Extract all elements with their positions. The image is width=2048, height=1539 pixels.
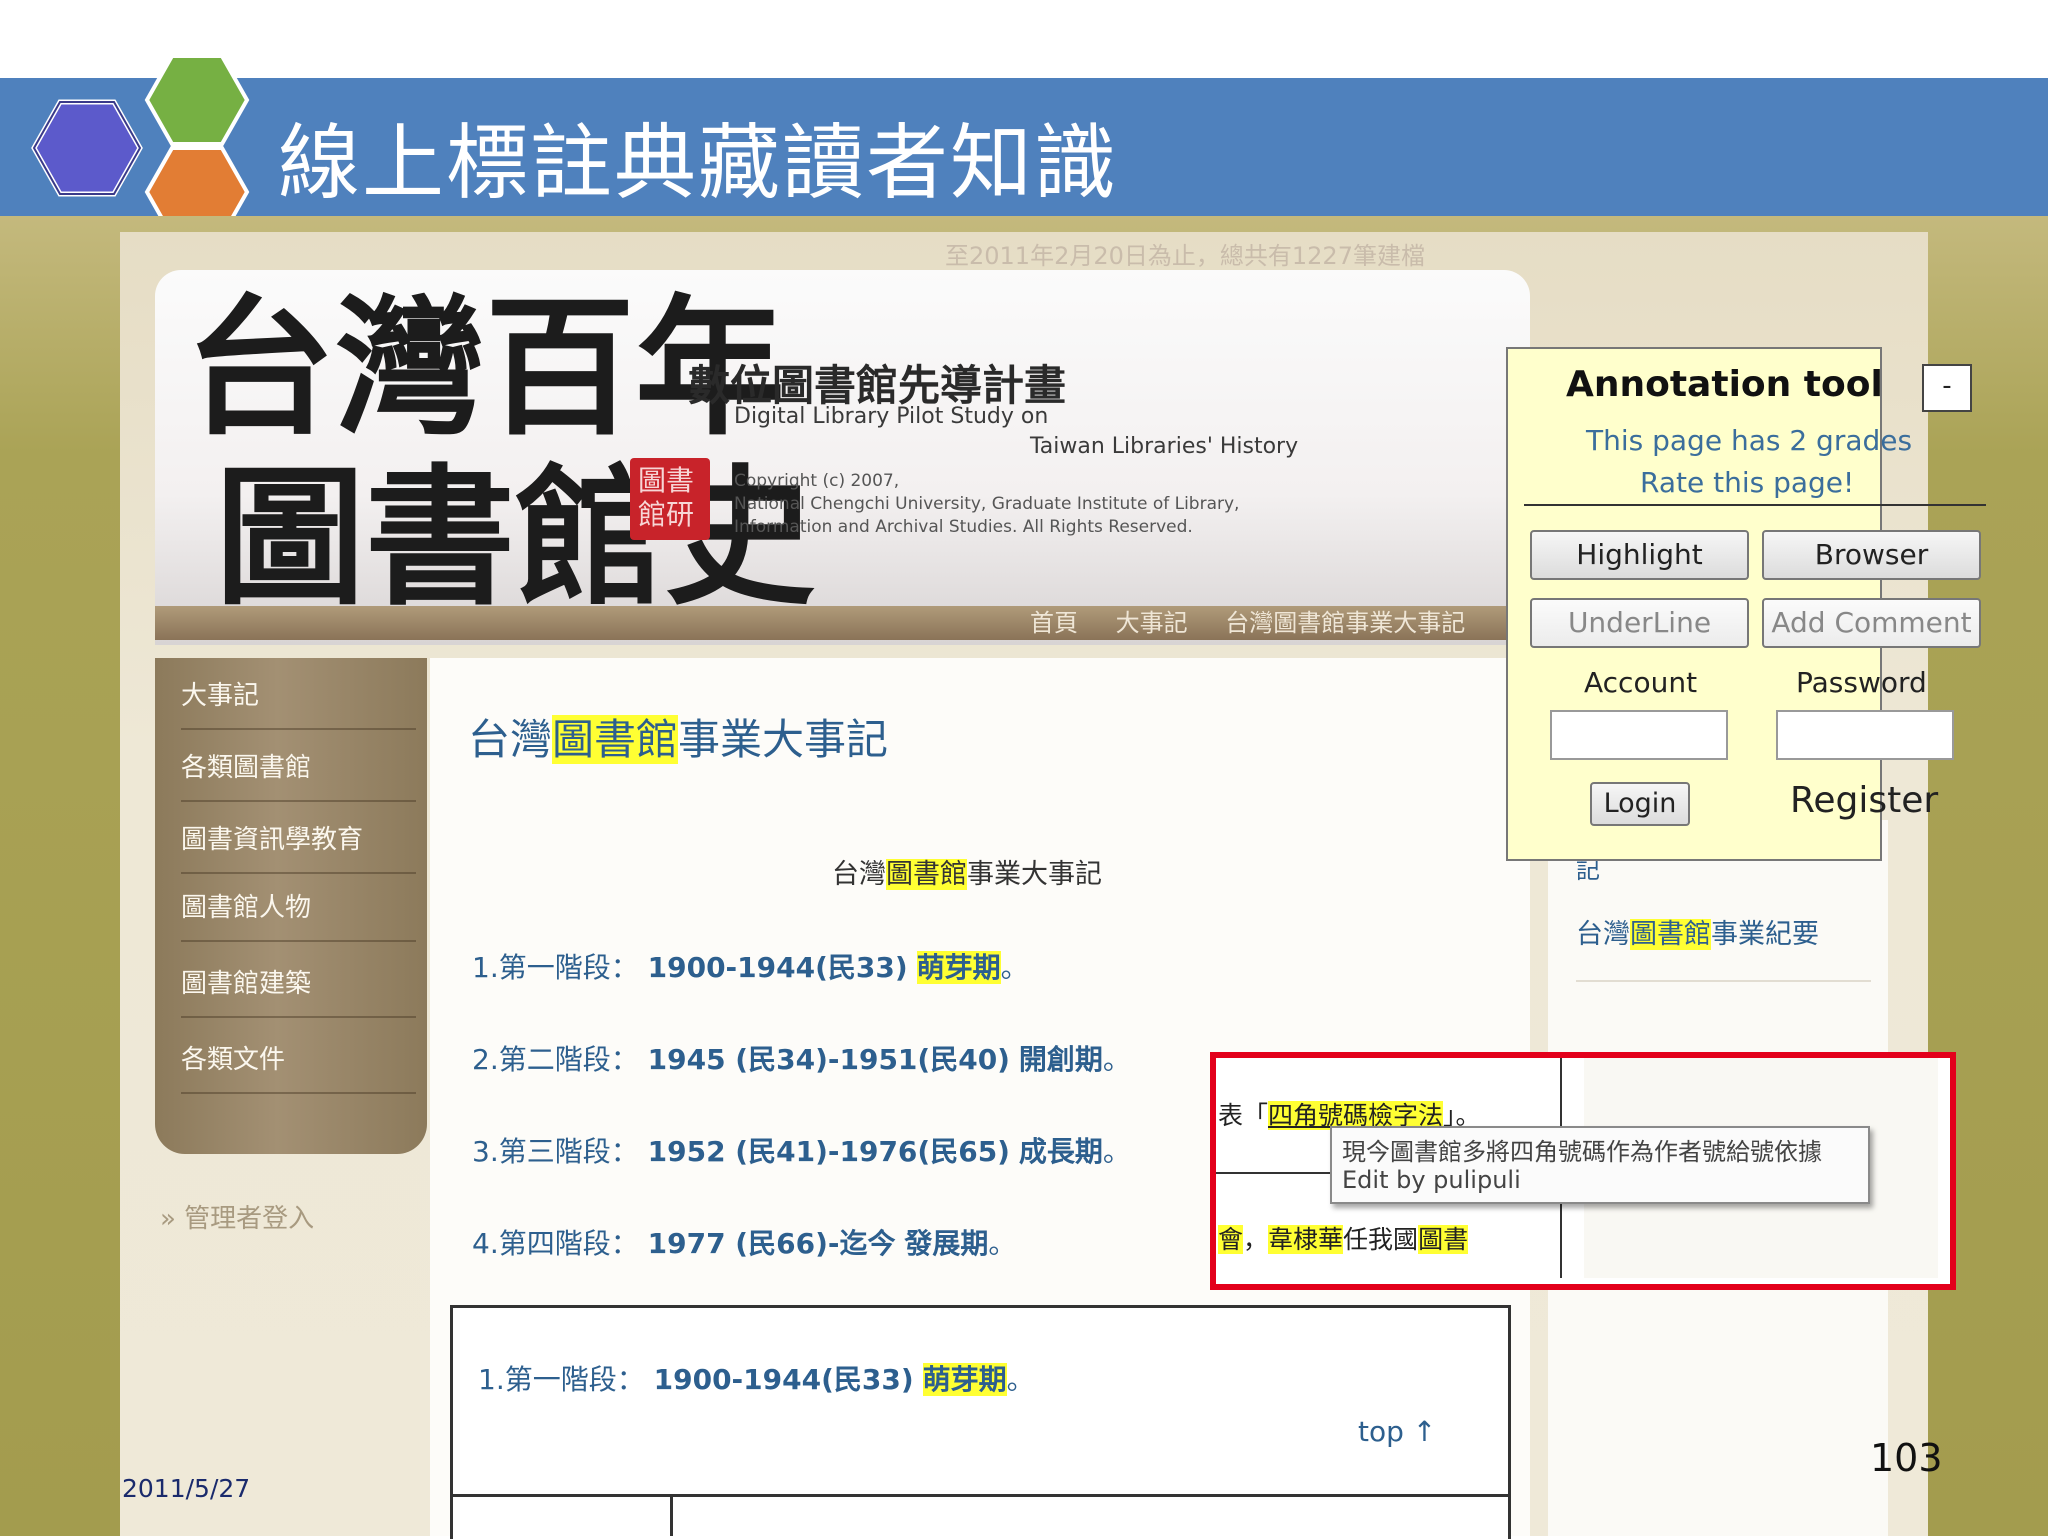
back-to-top-link[interactable]: top ↑ bbox=[1358, 1415, 1436, 1448]
nav-chronicle[interactable]: 大事記 bbox=[1116, 609, 1188, 637]
stage-link-1[interactable]: 1.第一階段： 1900-1944(民33) 萌芽期。 bbox=[472, 946, 1029, 986]
page-grades-text: This page has 2 grades bbox=[1586, 424, 1913, 457]
minimize-button[interactable]: - bbox=[1922, 364, 1972, 412]
site-title-english-line2: Taiwan Libraries' History bbox=[1030, 434, 1299, 459]
right-sidebar-link-summary[interactable]: 台灣圖書館事業紀要 bbox=[1576, 912, 1819, 951]
highlight-button[interactable]: Highlight bbox=[1530, 530, 1749, 580]
sidebar-item-chronicle[interactable]: 大事記 bbox=[181, 664, 416, 730]
stage-link-3[interactable]: 3.第三階段： 1952 (民41)-1976(民65) 成長期。 bbox=[472, 1130, 1131, 1170]
sidebar-item-library-types[interactable]: 各類圖書館 bbox=[181, 736, 416, 802]
password-label: Password bbox=[1796, 666, 1927, 699]
account-input[interactable] bbox=[1550, 710, 1728, 760]
register-link[interactable]: Register bbox=[1790, 780, 1938, 821]
comment-author: Edit by pulipuli bbox=[1342, 1166, 1521, 1194]
admin-login-link[interactable]: » 管理者登入 bbox=[160, 1198, 314, 1235]
content-subheading: 台灣圖書館事業大事記 bbox=[832, 859, 1102, 890]
add-comment-button[interactable]: Add Comment bbox=[1762, 598, 1981, 648]
calligraphy-line-2: 圖書館史 bbox=[215, 450, 815, 626]
rate-page-link[interactable]: Rate this page! bbox=[1640, 466, 1854, 499]
annotation-divider bbox=[1524, 504, 1986, 506]
comment-text: 現今圖書館多將四角號碼作為作者號給號依據 bbox=[1342, 1138, 1822, 1166]
underline-button[interactable]: UnderLine bbox=[1530, 598, 1749, 648]
stage-link-2[interactable]: 2.第二階段： 1945 (民34)-1951(民40) 開創期。 bbox=[472, 1038, 1131, 1078]
annotation-comment-tooltip: 現今圖書館多將四角號碼作為作者號給號依據 Edit by pulipuli bbox=[1330, 1126, 1870, 1204]
sidebar-item-lis-education[interactable]: 圖書資訊學教育 bbox=[181, 808, 416, 874]
password-input[interactable] bbox=[1776, 710, 1954, 760]
red-seal-stamp: 圖書 館研 bbox=[630, 458, 710, 540]
stage-detail-heading: 1.第一階段： 1900-1944(民33) 萌芽期。 bbox=[478, 1363, 1035, 1396]
page-heading: 台灣圖書館事業大事記 bbox=[468, 715, 889, 764]
account-label: Account bbox=[1584, 666, 1698, 699]
sidebar-item-library-buildings[interactable]: 圖書館建築 bbox=[181, 952, 416, 1018]
slide-date: 2011/5/27 bbox=[122, 1474, 251, 1503]
record-count-text: 至2011年2月20日為止，總共有1227筆建檔 bbox=[945, 242, 1425, 270]
table-row-divider bbox=[450, 1494, 1508, 1497]
stage-detail-table bbox=[450, 1305, 1511, 1539]
top-nav: 首頁 大事記 台灣圖書館事業大事記 bbox=[1030, 606, 1495, 640]
annotated-text-line-2: 會，韋棣華任我國圖書 bbox=[1218, 1225, 1469, 1254]
slide-number: 103 bbox=[1870, 1436, 1943, 1480]
copyright-notice: Copyright (c) 2007, National Chengchi Un… bbox=[734, 471, 1240, 537]
slide-title: 線上標註典藏讀者知識 bbox=[278, 116, 1119, 211]
right-sidebar-divider bbox=[1576, 980, 1871, 982]
login-button[interactable]: Login bbox=[1590, 782, 1690, 826]
stage-link-4[interactable]: 4.第四階段： 1977 (民66)-迄今 發展期。 bbox=[472, 1222, 1016, 1262]
sidebar-item-library-people[interactable]: 圖書館人物 bbox=[181, 876, 416, 942]
browser-button[interactable]: Browser bbox=[1762, 530, 1981, 580]
annotation-tool-title: Annotation tool bbox=[1566, 364, 1883, 405]
site-title-english-line1: Digital Library Pilot Study on bbox=[734, 404, 1049, 429]
table-column-divider bbox=[670, 1494, 673, 1536]
sidebar-item-documents[interactable]: 各類文件 bbox=[181, 1028, 416, 1094]
left-sidebar-menu: 大事記 各類圖書館 圖書資訊學教育 圖書館人物 圖書館建築 各類文件 bbox=[155, 658, 427, 1154]
nav-taiwan-library-chronicle[interactable]: 台灣圖書館事業大事記 bbox=[1225, 609, 1465, 637]
nav-home[interactable]: 首頁 bbox=[1030, 609, 1078, 637]
